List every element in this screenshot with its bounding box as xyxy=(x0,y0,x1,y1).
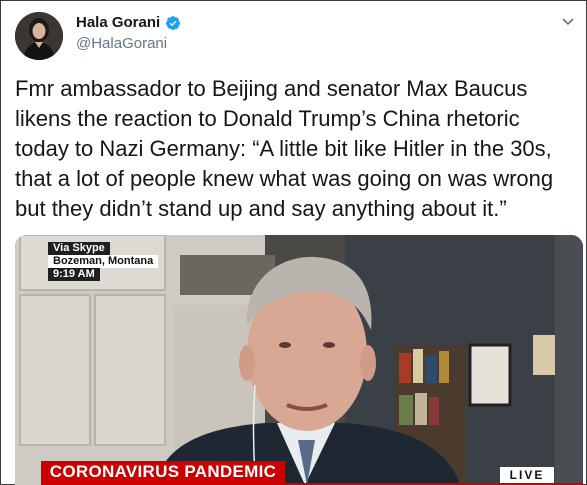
tweet-line: Fmr ambassador to Beijing and senator Ma… xyxy=(15,76,528,101)
verified-badge-icon xyxy=(166,16,180,30)
tweet-line: likens the reaction to Donald Trump’s Ch… xyxy=(15,106,520,131)
lower-third-time: 9:19 AM xyxy=(48,268,100,281)
tweet-line: today to Nazi Germany: “A little bit lik… xyxy=(15,136,552,161)
chevron-down-icon[interactable] xyxy=(562,18,574,26)
tweet-text: Fmr ambassador to Beijing and senator Ma… xyxy=(15,74,583,224)
video-player[interactable]: Via Skype Bozeman, Montana 9:19 AM CORON… xyxy=(15,235,583,485)
live-badge: LIVE xyxy=(500,467,554,483)
author-avatar[interactable] xyxy=(15,12,63,60)
tweet-line: but they didn’t stand up and say anythin… xyxy=(15,196,507,221)
news-banner: CORONAVIRUS PANDEMIC xyxy=(41,461,285,483)
avatar-image xyxy=(15,12,63,60)
author-name[interactable]: Hala Gorani xyxy=(76,14,160,31)
lower-third-source: Via Skype xyxy=(48,242,110,255)
author-handle[interactable]: @HalaGorani xyxy=(76,35,167,52)
lower-third-location: Bozeman, Montana xyxy=(48,255,159,268)
video-frame xyxy=(15,235,583,485)
tweet-line: that a lot of people knew what was going… xyxy=(15,166,554,191)
